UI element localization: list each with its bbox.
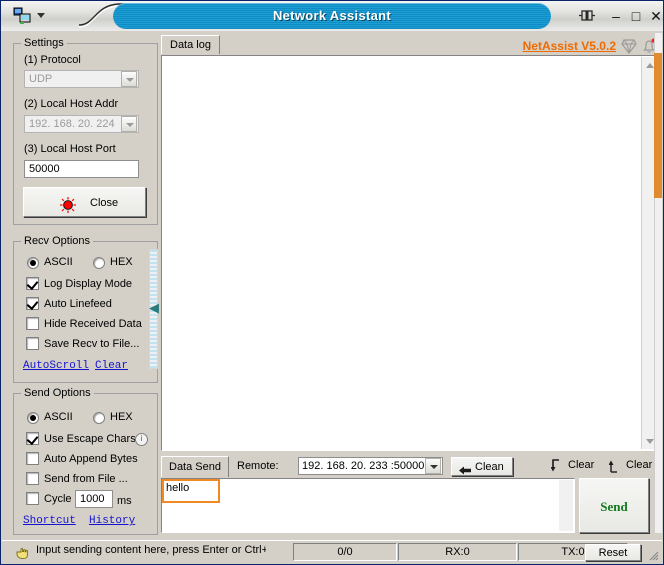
window-title: Network Assistant [113,3,551,29]
send-auto-append-bytes-checkbox[interactable] [26,452,39,465]
remote-label: Remote: [237,460,279,472]
send-history-link[interactable]: History [89,515,135,527]
status-bar: Input sending content here, press Enter … [2,540,662,563]
send-ascii-radio[interactable] [27,412,39,424]
send-auto-append-bytes-label: Auto Append Bytes [44,453,138,465]
send-from-file-checkbox[interactable] [26,472,39,485]
local-host-port-input[interactable]: 50000 [24,160,139,178]
recv-save-to-file-checkbox[interactable] [26,337,39,350]
pointing-hand-icon [16,546,30,559]
recv-log-display-mode-checkbox[interactable] [26,277,39,290]
brand-link[interactable]: NetAssist V5.0.2 [523,39,616,53]
send-input-value[interactable]: hello [166,482,189,494]
status-rx-cell: RX:0 [398,543,517,561]
recv-ascii-radio[interactable] [27,257,39,269]
arrow-down-corner-icon [551,459,565,476]
tab-data-send[interactable]: Data Send [161,456,229,477]
window-scrollbar-thumb[interactable] [654,53,662,198]
recv-save-to-file-label: Save Recv to File... [44,338,139,350]
send-bar: Data Send Remote: 192. 168. 20. 233 :500… [161,456,659,478]
send-shortcut-link[interactable]: Shortcut [23,515,76,527]
resize-grip-icon[interactable] [647,549,659,561]
status-hint-text: Input sending content here, press Enter … [36,544,266,556]
send-button[interactable]: Send [579,478,649,533]
recv-clear-link[interactable]: Clear [95,360,128,372]
network-assistant-window: Network Assistant – □ ✕ Settings (1) Pro… [0,0,664,565]
send-cycle-input[interactable]: 1000 [75,490,113,508]
recv-options-group-label: Recv Options [21,235,93,247]
close-window-button[interactable]: ✕ [647,7,663,25]
clean-button-label: Clean [475,458,504,476]
connect-toggle-button[interactable]: Close [23,187,146,217]
status-ratio-cell: 0/0 [293,543,397,561]
arrow-up-corner-icon [609,459,623,476]
remote-address-select[interactable]: 192. 168. 20. 233 :50000 [298,457,443,475]
recv-hex-label: HEX [110,256,133,268]
title-bar: Network Assistant – □ ✕ [1,1,663,31]
local-host-port-label: (3) Local Host Port [24,143,116,155]
local-host-addr-label: (2) Local Host Addr [24,98,118,110]
send-cycle-unit-label: ms [117,495,132,507]
recv-autoscroll-link[interactable]: AutoScroll [23,360,89,372]
send-ascii-label: ASCII [44,411,73,423]
send-cycle-checkbox[interactable] [26,492,39,505]
send-options-group-label: Send Options [21,387,94,399]
local-host-addr-dropdown-icon[interactable] [121,116,137,132]
reset-counters-button[interactable]: Reset [585,544,641,561]
send-use-escape-chars-label: Use Escape Chars [44,433,136,445]
send-from-file-label: Send from File ... [44,473,128,485]
pin-icon[interactable] [579,9,595,23]
chevron-down-icon[interactable] [37,13,45,18]
minimize-button[interactable]: – [607,7,625,25]
clean-button[interactable]: Clean [451,457,513,476]
send-use-escape-chars-checkbox[interactable] [26,432,39,445]
recv-auto-linefeed-label: Auto Linefeed [44,298,112,310]
info-icon[interactable]: i [135,433,148,446]
send-cycle-label: Cycle [44,493,72,505]
data-log-output[interactable] [161,55,659,451]
protocol-dropdown-icon[interactable] [121,71,137,87]
red-led-icon [60,195,76,211]
clear-send-label: Clear [626,459,652,471]
send-input-scrollbar[interactable] [559,480,573,531]
recv-auto-linefeed-checkbox[interactable] [26,297,39,310]
remote-dropdown-icon[interactable] [425,458,441,474]
protocol-label: (1) Protocol [24,54,81,66]
maximize-button[interactable]: □ [627,7,645,25]
recv-ascii-label: ASCII [44,256,73,268]
app-icon[interactable] [13,7,31,25]
tab-data-log[interactable]: Data log [161,35,220,55]
recv-hide-received-data-label: Hide Received Data [44,318,142,330]
recv-hide-received-data-checkbox[interactable] [26,317,39,330]
send-hex-radio[interactable] [93,412,105,424]
diamond-icon[interactable] [621,39,637,54]
connect-toggle-label: Close [90,188,140,218]
arrow-left-icon[interactable]: ◀ [149,301,158,315]
clear-recv-label: Clear [568,459,594,471]
recv-hex-radio[interactable] [93,257,105,269]
settings-group-label: Settings [21,37,67,49]
send-hex-label: HEX [110,411,133,423]
recv-log-display-mode-label: Log Display Mode [44,278,132,290]
send-input-area[interactable] [161,478,575,533]
